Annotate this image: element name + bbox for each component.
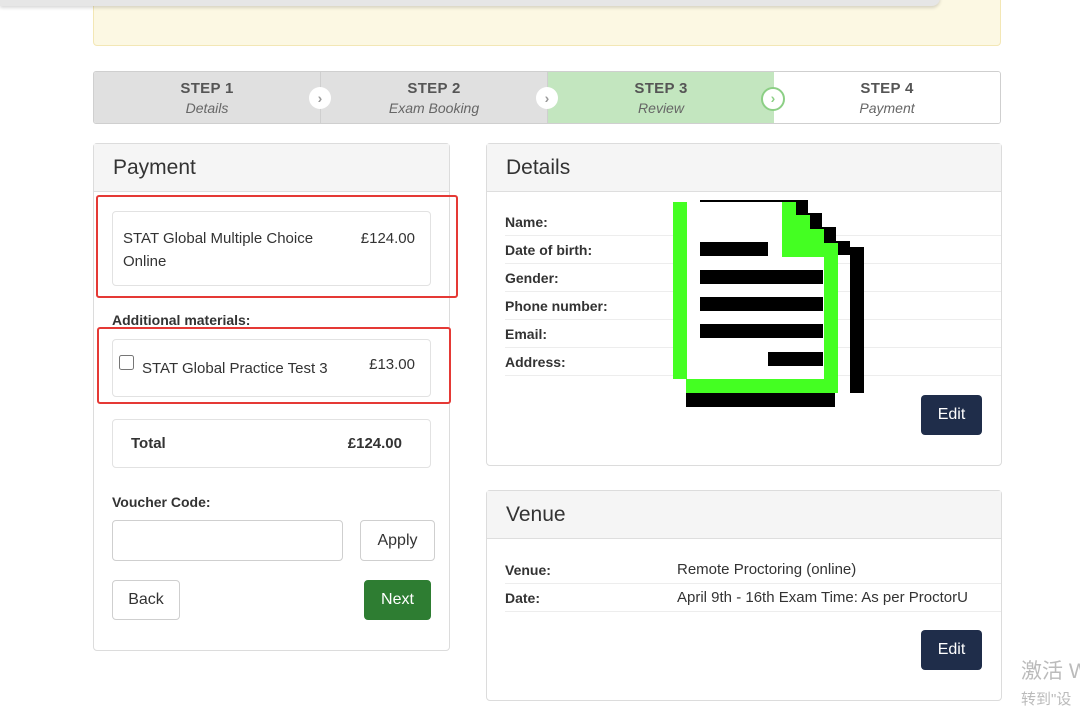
step-title: STEP 4 [860, 80, 914, 97]
step-subtitle: Payment [859, 100, 915, 116]
detail-label-email: Email: [505, 326, 548, 342]
document-icon [673, 200, 864, 407]
step-title: STEP 1 [180, 80, 234, 97]
total-label: Total [131, 435, 166, 452]
back-button[interactable]: Back [112, 580, 180, 620]
apply-button[interactable]: Apply [360, 520, 435, 561]
venue-row: Venue: Remote Proctoring (online) [505, 556, 1001, 584]
chevron-right-icon: › [761, 87, 785, 111]
watermark-line2: 转到"设 [1021, 691, 1072, 708]
notice-banner [93, 0, 1001, 46]
step-payment: STEP 4 Payment [774, 72, 1000, 123]
step-title: STEP 2 [407, 80, 461, 97]
additional-materials-label: Additional materials: [112, 312, 251, 328]
detail-label-dob: Date of birth: [505, 242, 593, 258]
chevron-right-icon: › [536, 87, 558, 109]
overlay-shadow [0, 0, 940, 6]
detail-label-name: Name: [505, 214, 548, 230]
highlight-box [96, 195, 458, 298]
voucher-label: Voucher Code: [112, 494, 211, 510]
next-button[interactable]: Next [364, 580, 431, 620]
total-value: £124.00 [347, 435, 402, 452]
step-title: STEP 3 [634, 80, 688, 97]
date-value: April 9th - 16th Exam Time: As per Proct… [677, 589, 968, 606]
date-label: Date: [505, 590, 541, 606]
voucher-input[interactable] [112, 520, 343, 561]
detail-label-phone: Phone number: [505, 298, 608, 314]
edit-venue-button[interactable]: Edit [921, 630, 982, 670]
payment-title: Payment [94, 144, 449, 192]
step-subtitle: Review [638, 100, 684, 116]
step-exam-booking: STEP 2 Exam Booking › [321, 72, 558, 123]
detail-label-gender: Gender: [505, 270, 559, 286]
progress-steps: STEP 1 Details › STEP 2 Exam Booking › S… [93, 71, 1001, 124]
watermark-line1: 激活 W [1021, 660, 1080, 683]
venue-value: Remote Proctoring (online) [677, 561, 857, 578]
step-review: STEP 3 Review › [548, 72, 785, 123]
step-subtitle: Exam Booking [388, 100, 480, 116]
venue-title: Venue [487, 491, 1001, 539]
detail-label-address: Address: [505, 354, 566, 370]
chevron-right-icon: › [309, 87, 331, 109]
edit-details-button[interactable]: Edit [921, 395, 982, 435]
venue-label: Venue: [505, 562, 551, 578]
highlight-box [97, 327, 451, 404]
date-row: Date: April 9th - 16th Exam Time: As per… [505, 584, 1001, 612]
step-details: STEP 1 Details › [94, 72, 331, 123]
step-subtitle: Details [185, 100, 229, 116]
